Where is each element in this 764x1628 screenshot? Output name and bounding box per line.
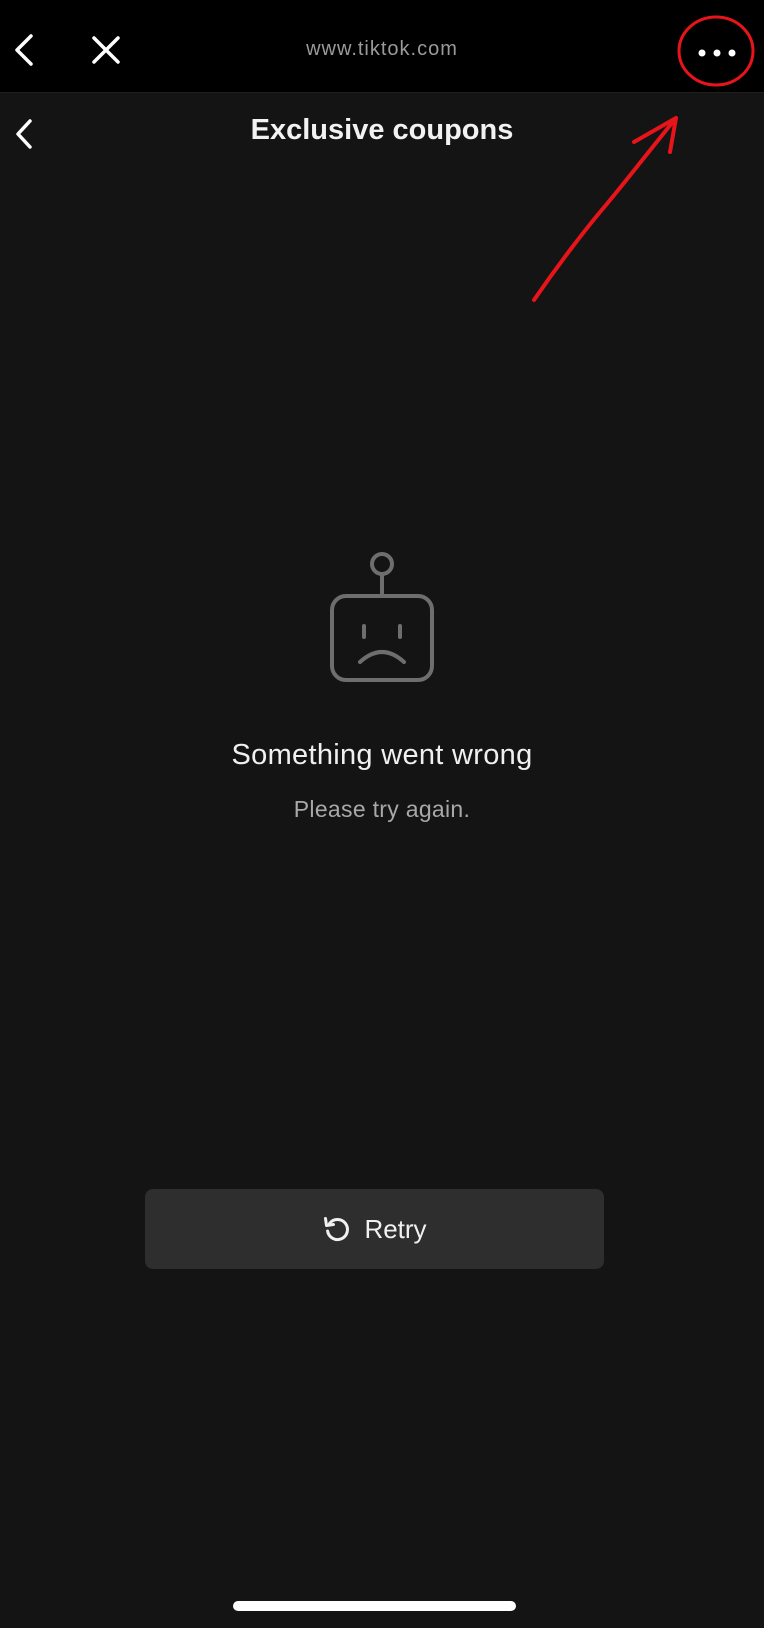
page-header: Exclusive coupons: [0, 92, 764, 178]
retry-label: Retry: [364, 1213, 427, 1244]
retry-button[interactable]: Retry: [145, 1189, 604, 1269]
more-options-button[interactable]: [678, 28, 756, 78]
sad-robot-icon: [330, 552, 434, 682]
home-indicator[interactable]: [233, 1601, 516, 1611]
more-horizontal-icon: [698, 49, 736, 57]
error-title: Something went wrong: [231, 739, 533, 771]
browser-toolbar: www.tiktok.com: [0, 0, 764, 93]
url-text: www.tiktok.com: [306, 38, 458, 60]
error-state: Something went wrong Please try again.: [0, 550, 764, 823]
error-subtitle: Please try again.: [293, 796, 471, 822]
page-title: Exclusive coupons: [250, 114, 514, 146]
refresh-icon: [324, 1217, 350, 1241]
